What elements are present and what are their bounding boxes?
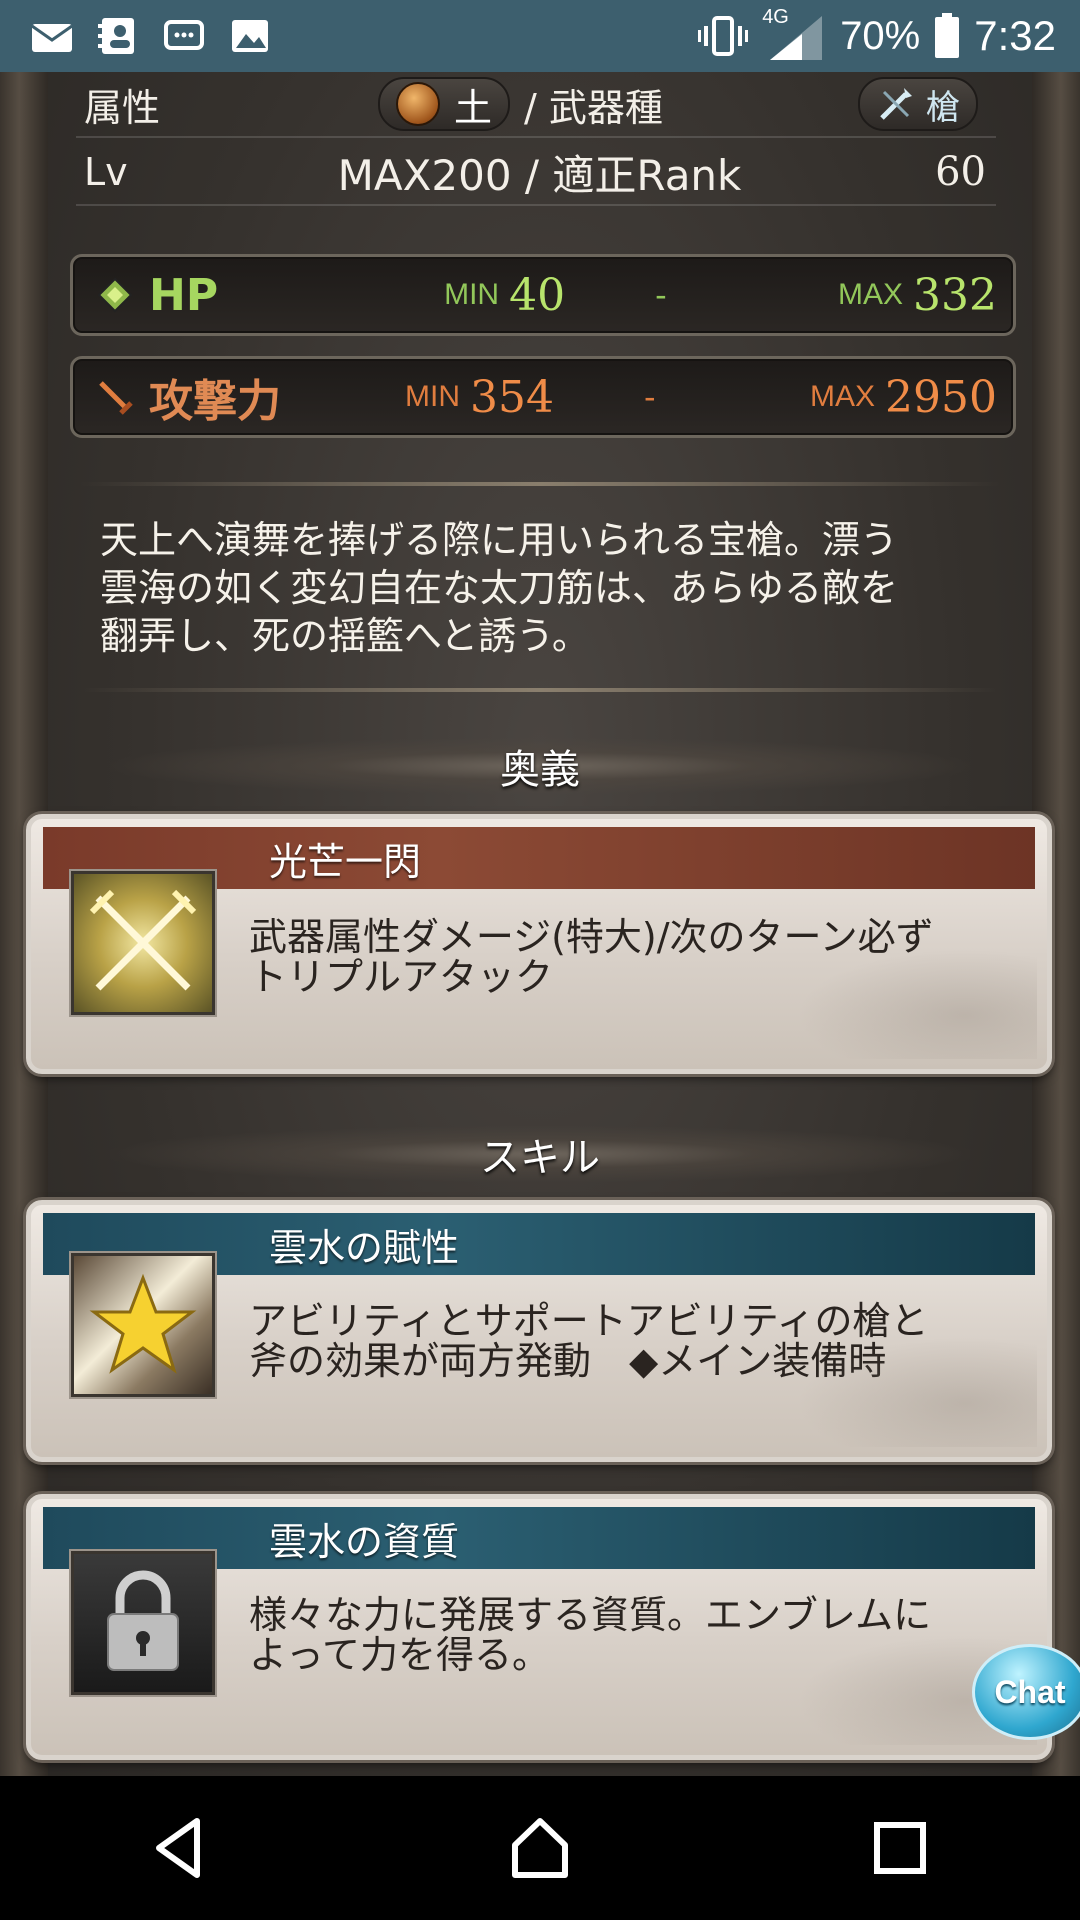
chat-button[interactable]: Chat [972,1644,1080,1740]
sword-icon [99,381,133,415]
description-line: 天上へ演舞を捧げる際に用いられる宝槍。漂う [100,518,899,562]
rank-value: 60 [935,149,986,195]
ougi-section-header: 奥義 [110,738,970,794]
skill-name: 雲水の資質 [269,1519,460,1564]
status-bar: 4G 70% 7:32 [0,0,1080,72]
element-value: 土 [454,85,493,130]
element-badge: 土 [378,77,511,131]
hp-diamond-icon [97,277,133,313]
earth-element-icon [396,82,441,126]
hp-max-label: MAX [838,278,904,311]
spear-icon [880,88,912,120]
divider [80,688,1000,692]
vibrate-icon [698,16,749,56]
hp-min-value: 40 [509,269,566,321]
ougi-section-title: 奥義 [500,747,580,793]
skill-section-title: スキル [480,1135,600,1181]
weapon-detail-page: 属性 土 / 武器種 槍 Lv MAX200 / 適正Rank 60 HP MI… [0,72,1080,1776]
attack-label: 攻撃力 [149,376,281,427]
hp-max-value: 332 [913,269,997,321]
description-line: 雲海の如く変幻自在な太刀筋は、あらゆる敵を [100,566,899,610]
signal-icon: 4G [762,6,826,62]
gallery-icon [232,20,268,52]
mail-icon [31,24,73,52]
attack-min-value: 354 [470,371,554,423]
attack-separator: - [643,378,656,416]
recents-icon [874,1822,926,1874]
description-line: 翻弄し、死の揺籃へと誘う。 [100,614,590,658]
attack-max-value: 2950 [885,371,997,423]
clock: 7:32 [974,12,1056,59]
skill-card[interactable]: 雲水の資質 様々な力に発展する資質。エンブレムに よって力を得る。 [26,1494,1052,1760]
attribute-row: 属性 土 / 武器種 槍 [76,72,996,138]
back-button[interactable] [135,1803,225,1893]
weapon-type-value: 槍 [926,87,960,128]
chat-button-label: Chat [994,1673,1066,1710]
home-icon [512,1818,568,1878]
navigation-bar [0,1776,1080,1920]
level-label: Lv [84,150,128,194]
level-row: Lv MAX200 / 適正Rank 60 [76,140,996,206]
skill-description-line: 様々な力に発展する資質。エンブレムに [249,1593,932,1637]
contacts-icon [98,18,134,54]
weapon-type-badge: 槍 [858,77,978,131]
skill-description-line: アビリティとサポートアビリティの槍と [249,1299,929,1343]
divider [80,482,1000,486]
star-icon [71,1253,215,1397]
ougi-name: 光芒一閃 [269,839,422,884]
recents-button[interactable] [855,1803,945,1893]
attack-max-label: MAX [810,380,876,413]
level-max: MAX200 / 適正Rank [337,150,742,200]
ougi-card[interactable]: 光芒一閃 武器属性ダメージ(特大)/次のターン必ず トリプルアタック [26,814,1052,1074]
back-icon [156,1818,200,1878]
home-button[interactable] [495,1803,585,1893]
hp-label: HP [149,269,219,321]
attribute-label: 属性 [84,85,161,130]
lock-icon [71,1551,215,1695]
card-ornament [797,949,1037,1059]
card-ornament [797,1337,1037,1447]
chat-app-icon [164,20,204,50]
attack-min-label: MIN [405,380,460,413]
crossed-swords-icon [71,871,215,1015]
skill-card[interactable]: 雲水の賦性 アビリティとサポートアビリティの槍と 斧の効果が両方発動 ◆メイン装… [26,1200,1052,1462]
hp-separator: - [655,276,667,314]
weapon-type-label: / 武器種 [524,85,663,130]
weapon-description: 天上へ演舞を捧げる際に用いられる宝槍。漂う 雲海の如く変幻自在な太刀筋は、あらゆ… [100,516,980,660]
skill-section-header: スキル [110,1126,970,1182]
battery-percent: 70% [840,13,921,58]
battery-icon [935,13,960,58]
hp-stat-bar: HP MIN 40 - MAX 332 [70,254,1016,336]
attack-stat-bar: 攻撃力 MIN 354 - MAX 2950 [70,356,1016,438]
hp-min-label: MIN [444,278,500,311]
skill-name: 雲水の賦性 [269,1225,460,1270]
